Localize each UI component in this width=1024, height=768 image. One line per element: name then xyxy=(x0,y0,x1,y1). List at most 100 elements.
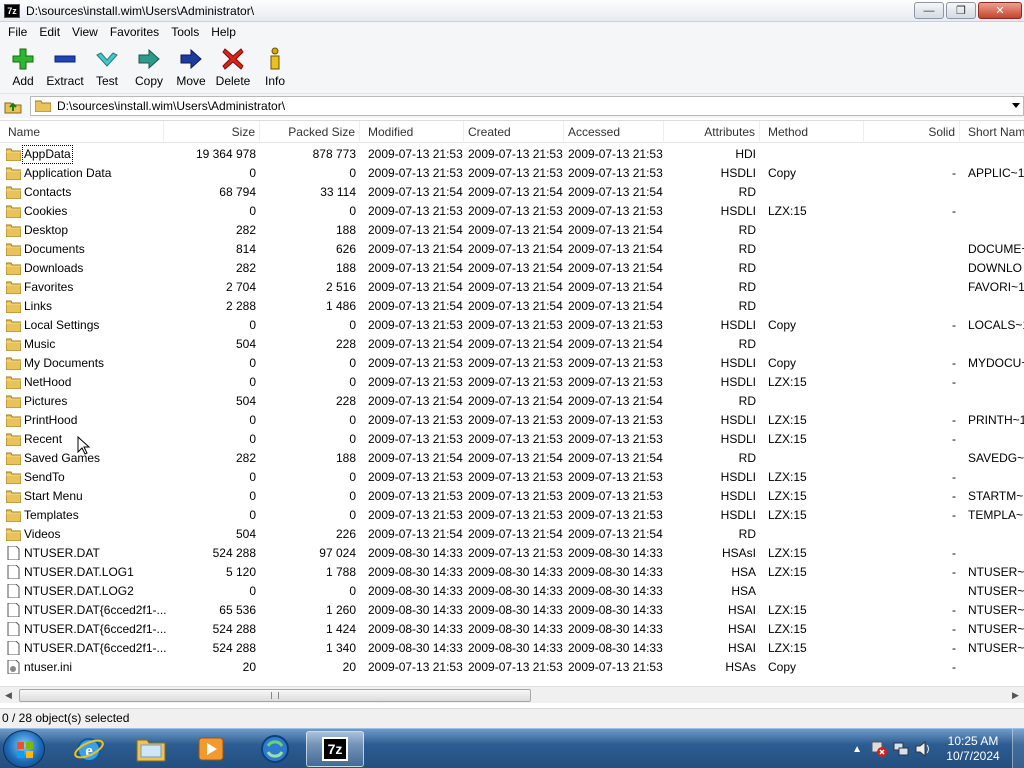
horizontal-scrollbar[interactable]: ◀ ▶ xyxy=(0,686,1024,703)
add-label: Add xyxy=(12,74,34,88)
address-field[interactable]: D:\sources\install.wim\Users\Administrat… xyxy=(30,96,1024,116)
table-row[interactable]: Saved Games 282 188 2009-07-13 21:54 2009-07… xyxy=(0,449,1024,468)
solid-cell: - xyxy=(952,603,956,617)
add-button[interactable]: Add xyxy=(2,42,44,93)
extract-button[interactable]: Extract xyxy=(44,42,86,93)
table-row[interactable]: NTUSER.DAT{6cced2f1-... 524 288 1 424 2009-… xyxy=(0,620,1024,639)
show-desktop-button[interactable] xyxy=(1012,729,1024,768)
col-size[interactable]: Size xyxy=(164,121,260,143)
folder-icon xyxy=(5,489,22,504)
attributes-cell: HSDLI xyxy=(720,470,756,484)
table-row[interactable]: Recent 0 0 2009-07-13 21:53 2009-07-13 21:53… xyxy=(0,430,1024,449)
taskbar: e 7z ▲ 10:25 AM 10/7/2024 xyxy=(0,728,1024,768)
solid-cell: - xyxy=(952,413,956,427)
solid-cell: - xyxy=(952,356,956,370)
accessed-cell: 2009-07-13 21:54 xyxy=(568,527,663,541)
maximize-button[interactable]: ❐ xyxy=(946,2,976,19)
file-list[interactable]: Name Size Packed Size Modified Created A… xyxy=(0,120,1024,686)
close-button[interactable]: ✕ xyxy=(978,2,1022,19)
col-method[interactable]: Method xyxy=(764,121,864,143)
windows-update-icon[interactable] xyxy=(246,731,304,767)
table-row[interactable]: ntuser.ini 20 20 2009-07-13 21:53 2009-07-13… xyxy=(0,658,1024,677)
method-cell xyxy=(768,183,868,202)
col-packed-size[interactable]: Packed Size xyxy=(260,121,360,143)
internet-explorer-icon[interactable]: e xyxy=(60,731,118,767)
scroll-left-icon[interactable]: ◀ xyxy=(0,687,17,704)
table-row[interactable]: PrintHood 0 0 2009-07-13 21:53 2009-07-13 21… xyxy=(0,411,1024,430)
menu-tools[interactable]: Tools xyxy=(165,22,205,42)
table-row[interactable]: Downloads 282 188 2009-07-13 21:54 2009-07-1… xyxy=(0,259,1024,278)
up-folder-icon[interactable] xyxy=(2,96,24,116)
table-row[interactable]: My Documents 0 0 2009-07-13 21:53 2009-07-13… xyxy=(0,354,1024,373)
solid-cell xyxy=(864,449,956,468)
created-cell: 2009-07-13 21:54 xyxy=(468,394,563,408)
menu-help[interactable]: Help xyxy=(205,22,242,42)
col-accessed[interactable]: Accessed xyxy=(564,121,664,143)
table-row[interactable]: Cookies 0 0 2009-07-13 21:53 2009-07-13 21:5… xyxy=(0,202,1024,221)
table-row[interactable]: NTUSER.DAT.LOG2 0 0 2009-08-30 14:33 2009-08… xyxy=(0,582,1024,601)
short-name-cell xyxy=(968,544,1024,563)
accessed-cell: 2009-07-13 21:53 xyxy=(568,489,663,503)
table-row[interactable]: Documents 814 626 2009-07-13 21:54 2009-07-1… xyxy=(0,240,1024,259)
menu-edit[interactable]: Edit xyxy=(33,22,66,42)
name-cell: NTUSER.DAT.LOG1 xyxy=(24,565,134,579)
attributes-cell: HSDLI xyxy=(720,166,756,180)
col-modified[interactable]: Modified xyxy=(364,121,464,143)
table-row[interactable]: Application Data 0 0 2009-07-13 21:53 2009-0… xyxy=(0,164,1024,183)
table-row[interactable]: SendTo 0 0 2009-07-13 21:53 2009-07-13 21:53… xyxy=(0,468,1024,487)
scroll-thumb[interactable] xyxy=(19,689,531,702)
7zip-taskbar-button[interactable]: 7z xyxy=(306,731,364,767)
col-created[interactable]: Created xyxy=(464,121,564,143)
move-button[interactable]: Move xyxy=(170,42,212,93)
volume-icon[interactable] xyxy=(914,740,932,758)
menu-favorites[interactable]: Favorites xyxy=(104,22,165,42)
test-button[interactable]: Test xyxy=(86,42,128,93)
modified-cell: 2009-08-30 14:33 xyxy=(368,584,463,598)
media-player-icon[interactable] xyxy=(182,731,240,767)
minimize-button[interactable]: — xyxy=(914,2,944,19)
scroll-right-icon[interactable]: ▶ xyxy=(1007,687,1024,704)
delete-button[interactable]: Delete xyxy=(212,42,254,93)
table-row[interactable]: Favorites 2 704 2 516 2009-07-13 21:54 2009-… xyxy=(0,278,1024,297)
clock[interactable]: 10:25 AM 10/7/2024 xyxy=(938,734,1008,764)
7zip-app-icon[interactable]: 7z xyxy=(4,3,20,18)
start-button[interactable] xyxy=(3,730,45,768)
show-hidden-icons-icon[interactable]: ▲ xyxy=(852,744,862,755)
network-icon[interactable] xyxy=(892,740,910,758)
table-row[interactable]: Start Menu 0 0 2009-07-13 21:53 2009-07-13 2… xyxy=(0,487,1024,506)
clock-time: 10:25 AM xyxy=(947,734,999,748)
col-attributes[interactable]: Attributes xyxy=(664,121,760,143)
table-row[interactable]: Videos 504 226 2009-07-13 21:54 2009-07-13 2… xyxy=(0,525,1024,544)
short-name-cell: LOCALS~1 xyxy=(968,318,1024,332)
table-row[interactable]: Music 504 228 2009-07-13 21:54 2009-07-13 21… xyxy=(0,335,1024,354)
short-name-cell: NTUSER~1 xyxy=(968,565,1024,579)
table-row[interactable]: NTUSER.DAT{6cced2f1-... 65 536 1 260 2009-0… xyxy=(0,601,1024,620)
copy-button[interactable]: Copy xyxy=(128,42,170,93)
table-row[interactable]: Links 2 288 1 486 2009-07-13 21:54 2009-07-1… xyxy=(0,297,1024,316)
table-row[interactable]: NTUSER.DAT.LOG1 5 120 1 788 2009-08-30 14:3… xyxy=(0,563,1024,582)
table-row[interactable]: Local Settings 0 0 2009-07-13 21:53 2009-07-… xyxy=(0,316,1024,335)
col-short-name[interactable]: Short Nam xyxy=(964,121,1024,143)
solid-cell xyxy=(864,259,956,278)
table-row[interactable]: Templates 0 0 2009-07-13 21:53 2009-07-13 21… xyxy=(0,506,1024,525)
action-center-warning-icon[interactable] xyxy=(870,740,888,758)
table-row[interactable]: Pictures 504 228 2009-07-13 21:54 2009-07-13… xyxy=(0,392,1024,411)
name-cell: NTUSER.DAT{6cced2f1-... xyxy=(24,603,167,617)
short-name-cell xyxy=(968,658,1024,677)
table-row[interactable]: NetHood 0 0 2009-07-13 21:53 2009-07-13 21:5… xyxy=(0,373,1024,392)
table-row[interactable]: Desktop 282 188 2009-07-13 21:54 2009-07-13 … xyxy=(0,221,1024,240)
modified-cell: 2009-07-13 21:53 xyxy=(368,375,463,389)
col-solid[interactable]: Solid xyxy=(864,121,960,143)
table-row[interactable]: Contacts 68 794 33 114 2009-07-13 21:54 2009… xyxy=(0,183,1024,202)
packed-size-cell: 0 xyxy=(349,166,356,180)
windows-explorer-icon[interactable] xyxy=(122,731,180,767)
table-row[interactable]: NTUSER.DAT 524 288 97 024 2009-08-30 14:33 2… xyxy=(0,544,1024,563)
menu-file[interactable]: File xyxy=(2,22,33,42)
windows-logo-icon xyxy=(17,742,33,758)
table-row[interactable]: AppData 19 364 978 878 773 2009-07-13 21:53… xyxy=(0,145,1024,164)
info-button[interactable]: Info xyxy=(254,42,296,93)
table-row[interactable]: NTUSER.DAT{6cced2f1-... 524 288 1 340 2009-… xyxy=(0,639,1024,658)
col-name[interactable]: Name xyxy=(4,121,164,143)
menu-view[interactable]: View xyxy=(66,22,104,42)
address-dropdown-icon[interactable] xyxy=(1012,103,1020,108)
